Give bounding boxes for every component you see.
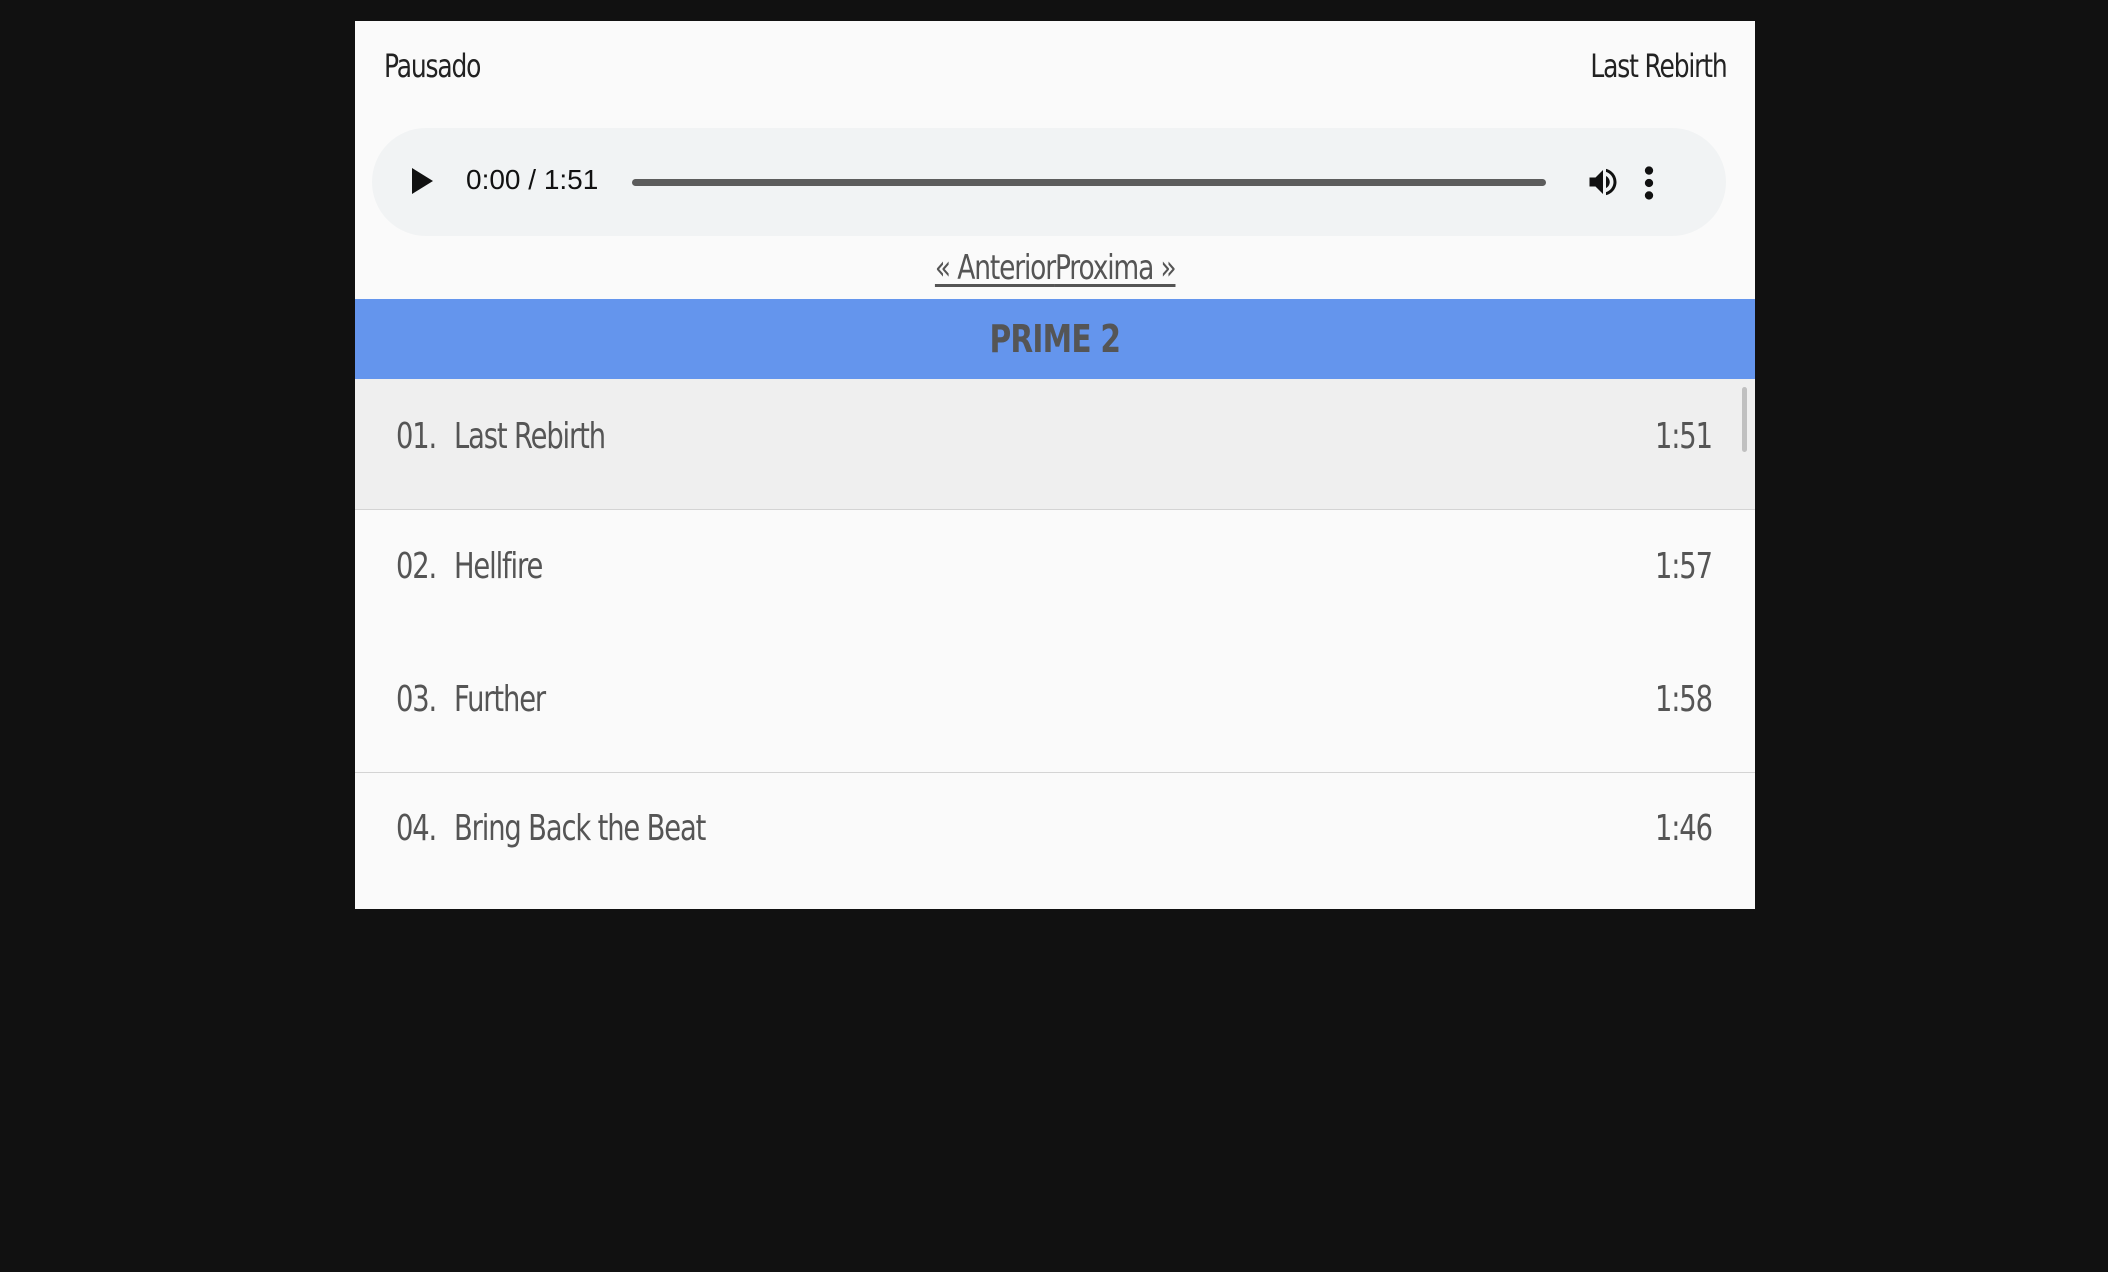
track-title: Further: [454, 679, 546, 720]
album-title: PRIME 2: [989, 317, 1122, 361]
time-readout: 0:00 / 1:51: [466, 164, 599, 195]
track-duration: 1:57: [1655, 546, 1713, 587]
volume-icon[interactable]: [1585, 164, 1621, 200]
track-row[interactable]: 03. Further 1:58: [355, 643, 1755, 772]
track-duration: 1:51: [1655, 416, 1713, 457]
track-title: Last Rebirth: [454, 416, 606, 457]
status-row: Pausado Last Rebirth: [384, 47, 1727, 93]
track-number: 02.: [396, 546, 437, 587]
track-number: 03.: [396, 679, 437, 720]
playback-status: Pausado: [384, 47, 481, 85]
progress-slider[interactable]: [632, 179, 1546, 186]
track-list[interactable]: 01. Last Rebirth 1:51 02. Hellfire 1:57 …: [355, 379, 1755, 909]
more-vert-icon[interactable]: [1642, 165, 1656, 201]
album-header: PRIME 2: [355, 299, 1755, 379]
previous-link[interactable]: « Anterior: [935, 248, 1056, 288]
track-row[interactable]: 04. Bring Back the Beat 1:46: [355, 773, 1755, 909]
track-title: Hellfire: [454, 546, 543, 587]
track-row[interactable]: 02. Hellfire 1:57: [355, 510, 1755, 643]
track-number: 04.: [396, 808, 437, 849]
play-icon[interactable]: [412, 168, 433, 194]
now-playing-title: Last Rebirth: [1589, 47, 1727, 85]
track-title: Bring Back the Beat: [454, 808, 706, 849]
track-navigation: « AnteriorProxima »: [355, 248, 1755, 288]
music-player: Pausado Last Rebirth 0:00 / 1:51 « Anter…: [355, 21, 1755, 909]
scrollbar-thumb[interactable]: [1742, 387, 1747, 452]
audio-control: 0:00 / 1:51: [372, 128, 1726, 236]
track-number: 01.: [396, 416, 437, 457]
track-row[interactable]: 01. Last Rebirth 1:51: [355, 379, 1755, 509]
track-duration: 1:46: [1655, 808, 1713, 849]
next-link[interactable]: Proxima »: [1055, 248, 1177, 288]
track-duration: 1:58: [1655, 679, 1713, 720]
